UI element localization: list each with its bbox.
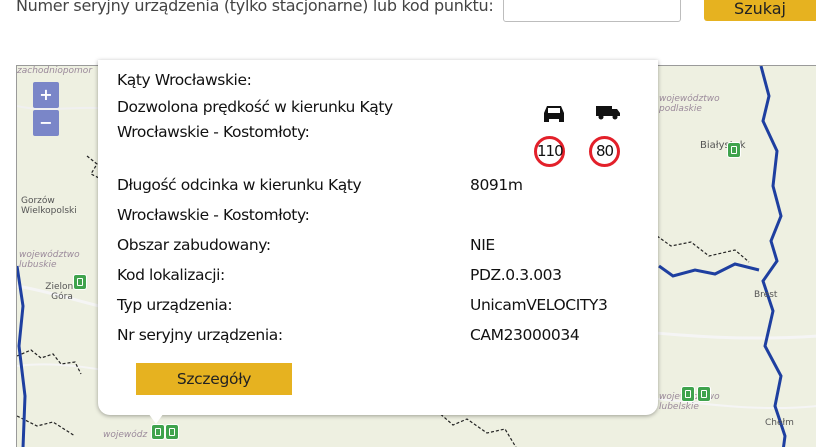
map-region-label: zachodniopomor xyxy=(17,66,93,76)
speed-heading-line1: Dozwolona prędkość w kierunku Kąty xyxy=(117,98,393,116)
camera-marker-icon[interactable] xyxy=(73,274,87,290)
device-info-popup: Kąty Wrocławskie: Dozwolona prędkość w k… xyxy=(98,60,658,415)
info-row-label: Kod lokalizacji: xyxy=(117,266,225,284)
info-row-label: Obszar zabudowany: xyxy=(117,236,271,254)
popup-pointer xyxy=(146,410,166,424)
speed-limit-truck-sign: 80 xyxy=(589,136,620,167)
info-row-value: NIE xyxy=(470,236,495,254)
map-city-label: Brest xyxy=(754,290,778,300)
popup-heading: Kąty Wrocławskie: xyxy=(117,71,252,89)
zoom-out-button[interactable]: − xyxy=(33,110,59,136)
truck-icon xyxy=(596,106,620,120)
speed-limit-car-sign: 110 xyxy=(534,136,565,167)
zoom-in-button[interactable]: + xyxy=(33,82,59,108)
info-row-label: Długość odcinka w kierunku Kąty xyxy=(117,176,362,194)
map-region-label: województwo podlaskie xyxy=(659,94,720,114)
search-button[interactable]: Szukaj xyxy=(704,0,816,21)
info-row-value: 8091m xyxy=(470,176,523,194)
map-region-label: wojewódz xyxy=(103,430,148,440)
info-row-value: UnicamVELOCITY3 xyxy=(470,296,608,314)
map-city-label: Chełm xyxy=(765,418,794,428)
search-input[interactable] xyxy=(503,0,681,22)
details-button[interactable]: Szczegóły xyxy=(136,363,292,395)
info-row-label: Nr seryjny urządzenia: xyxy=(117,326,283,344)
info-row-label: Wrocławskie - Kostomłoty: xyxy=(117,206,310,224)
camera-marker-icon[interactable] xyxy=(165,424,179,440)
search-label: Numer seryjny urządzenia (tylko stacjona… xyxy=(16,0,494,15)
info-row-value: CAM23000034 xyxy=(470,326,580,344)
speed-heading-line2: Wrocławskie - Kostomłoty: xyxy=(117,123,310,141)
camera-marker-icon[interactable] xyxy=(681,386,695,402)
map-city-label: Gorzów Wielkopolski xyxy=(21,196,77,216)
camera-marker-icon[interactable] xyxy=(697,386,711,402)
camera-marker-icon[interactable] xyxy=(727,142,741,158)
info-row-value: PDZ.0.3.003 xyxy=(470,266,562,284)
car-icon xyxy=(544,106,564,122)
info-row-label: Typ urządzenia: xyxy=(117,296,233,314)
map-region-label: województwo lubuskie xyxy=(19,250,80,270)
camera-marker-icon[interactable] xyxy=(151,424,165,440)
